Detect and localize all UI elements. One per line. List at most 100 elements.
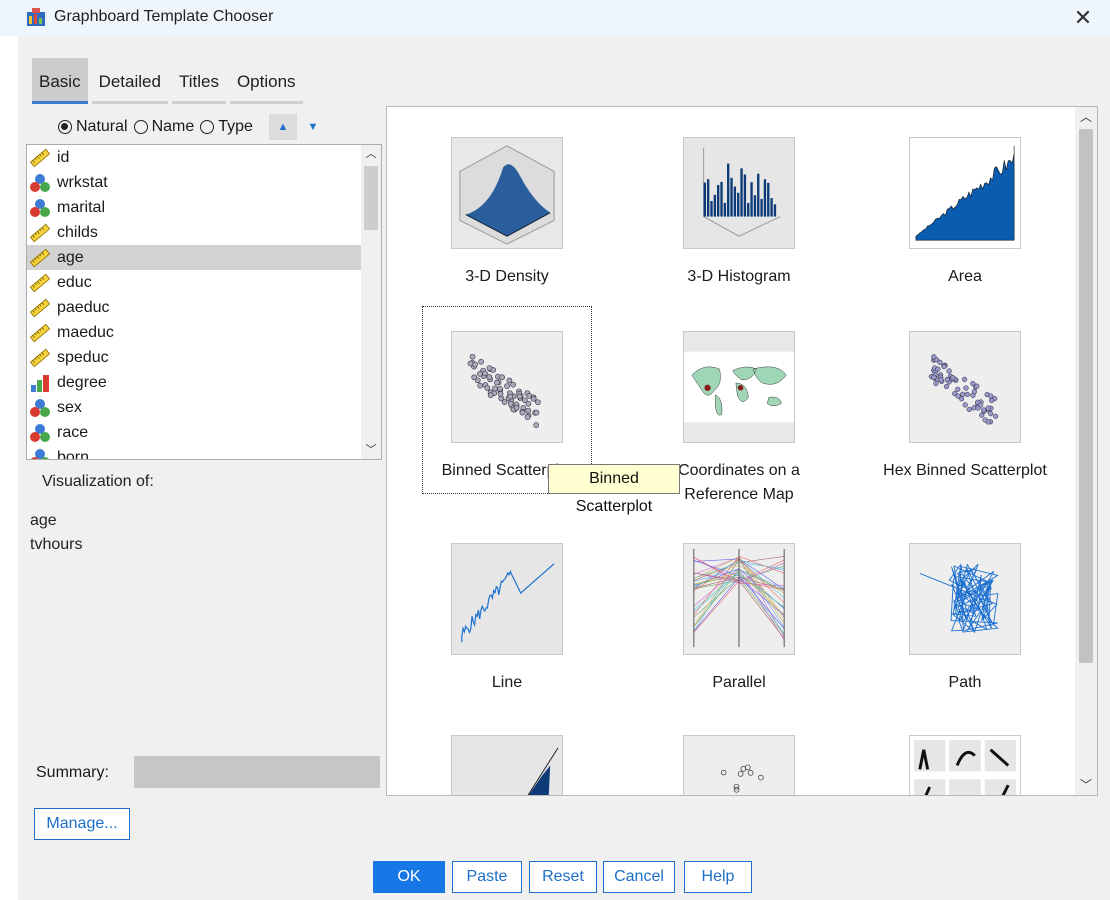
template-parallel[interactable]: Parallel (655, 519, 823, 705)
summary-field (134, 756, 380, 788)
title-bar: Graphboard Template Chooser ✕ (0, 0, 1110, 36)
scroll-up-icon[interactable]: ︿ (361, 145, 381, 163)
scroll-up-icon[interactable]: ︿ (1075, 107, 1097, 127)
cancel-button[interactable]: Cancel (603, 861, 675, 893)
paste-button[interactable]: Paste (452, 861, 522, 893)
variable-item-speduc[interactable]: speduc (27, 345, 361, 370)
graphboard-app-icon (27, 8, 45, 26)
nominal-icon (29, 198, 51, 218)
variable-item-marital[interactable]: marital (27, 195, 361, 220)
variable-name: sex (57, 398, 82, 416)
scale-ruler-icon (29, 223, 51, 243)
variable-list-scrollbar[interactable]: ︿ ﹀ (361, 145, 381, 459)
scale-ruler-icon (29, 323, 51, 343)
radio-selected-icon (58, 120, 72, 134)
tab-options[interactable]: Options (229, 58, 303, 104)
tab-detailed[interactable]: Detailed (91, 58, 168, 104)
sort-type-radio[interactable]: Type (200, 118, 253, 136)
hex-binned-scatterplot-thumbnail (909, 331, 1021, 443)
window-title: Graphboard Template Chooser (54, 8, 274, 25)
variable-name: paeduc (57, 298, 110, 316)
template-3d-histogram[interactable]: 3-D Histogram (655, 113, 823, 299)
variable-name: marital (57, 198, 106, 216)
ribbon-thumbnail (451, 735, 563, 795)
radio-icon (133, 120, 148, 134)
template-hex-binned-scatterplot[interactable]: Hex Binned Scatterplot (881, 307, 1049, 505)
variable-name: educ (57, 273, 92, 291)
variable-item-paeduc[interactable]: paeduc (27, 295, 361, 320)
template-3d-density[interactable]: 3-D Density (423, 113, 591, 299)
area-thumbnail (909, 137, 1021, 249)
variable-name: speduc (57, 348, 109, 366)
variable-name: age (57, 248, 84, 266)
variable-name: childs (57, 223, 98, 241)
scatter-thumbnail (683, 735, 795, 795)
variable-item-wrkstat[interactable]: wrkstat (27, 170, 361, 195)
parallel-thumbnail (683, 543, 795, 655)
template-gallery: 3-D Density 3-D Histogram Area Binned Scatt… (386, 106, 1098, 796)
template-area[interactable]: Area (881, 113, 1049, 299)
template-scatter[interactable] (655, 711, 823, 795)
scale-ruler-icon (29, 148, 51, 168)
template-reference-map[interactable]: Coordinates on a Reference Map (655, 307, 823, 505)
visualization-item: tvhours (30, 536, 83, 553)
variable-item-born[interactable]: born (27, 445, 361, 460)
template-label: Hex Binned Scatterplot (883, 462, 1047, 479)
sort-options: Natural Name Type ▲ ▼ (58, 114, 327, 140)
close-icon[interactable]: ✕ (1068, 3, 1098, 33)
sort-name-label: Name (151, 118, 195, 135)
template-small-multiples[interactable] (881, 711, 1049, 795)
variable-item-race[interactable]: race (27, 420, 361, 445)
manage-button[interactable]: Manage... (34, 808, 130, 840)
variable-item-age[interactable]: age (27, 245, 361, 270)
template-path[interactable]: Path (881, 519, 1049, 705)
template-label: Area (948, 268, 982, 285)
template-label: 3-D Histogram (687, 268, 791, 285)
scale-ruler-icon (29, 348, 51, 368)
reset-button[interactable]: Reset (529, 861, 597, 893)
ordinal-icon (29, 373, 51, 393)
radio-icon (200, 120, 215, 134)
variable-item-maeduc[interactable]: maeduc (27, 320, 361, 345)
tab-titles[interactable]: Titles (171, 58, 226, 104)
scrollbar-thumb[interactable] (364, 166, 378, 230)
help-button[interactable]: Help (684, 861, 752, 893)
template-label: Path (948, 674, 982, 691)
3d-density-thumbnail (451, 137, 563, 249)
scale-ruler-icon (29, 273, 51, 293)
path-thumbnail (909, 543, 1021, 655)
scale-ruler-icon (29, 298, 51, 318)
gallery-scrollbar[interactable]: ︿ ﹀ (1075, 107, 1097, 795)
variable-item-childs[interactable]: childs (27, 220, 361, 245)
nominal-icon (29, 173, 51, 193)
binned-scatterplot-thumbnail (451, 331, 563, 443)
variable-name: race (57, 423, 89, 441)
summary-label: Summary: (36, 764, 109, 781)
3d-histogram-thumbnail (683, 137, 795, 249)
nominal-icon (29, 398, 51, 418)
variable-item-id[interactable]: id (27, 145, 361, 170)
sort-descending-button[interactable]: ▼ (299, 114, 327, 140)
variable-name: born (57, 448, 90, 460)
template-ribbon[interactable] (423, 711, 591, 795)
sort-natural-radio[interactable]: Natural (58, 118, 128, 136)
tab-bar: Basic Detailed Titles Options (32, 58, 303, 106)
variable-item-degree[interactable]: degree (27, 370, 361, 395)
variable-item-educ[interactable]: educ (27, 270, 361, 295)
scroll-down-icon[interactable]: ﹀ (1075, 775, 1097, 795)
sort-type-label: Type (218, 118, 253, 135)
sort-name-radio[interactable]: Name (133, 118, 195, 136)
nominal-icon (29, 448, 51, 459)
tab-basic[interactable]: Basic (32, 58, 88, 104)
tooltip: Binned Scatterplot (548, 464, 680, 515)
variable-name: wrkstat (57, 173, 108, 191)
template-line[interactable]: Line (423, 519, 591, 705)
ok-button[interactable]: OK (373, 861, 445, 893)
sort-natural-label: Natural (76, 118, 128, 135)
variable-item-sex[interactable]: sex (27, 395, 361, 420)
scroll-down-icon[interactable]: ﹀ (361, 441, 381, 459)
variable-list[interactable]: id wrkstat marital childs age educ paeduc maedu… (26, 144, 382, 460)
sort-ascending-button[interactable]: ▲ (268, 114, 297, 140)
scrollbar-thumb[interactable] (1079, 129, 1093, 663)
visualization-variables: age tvhours (30, 509, 82, 557)
